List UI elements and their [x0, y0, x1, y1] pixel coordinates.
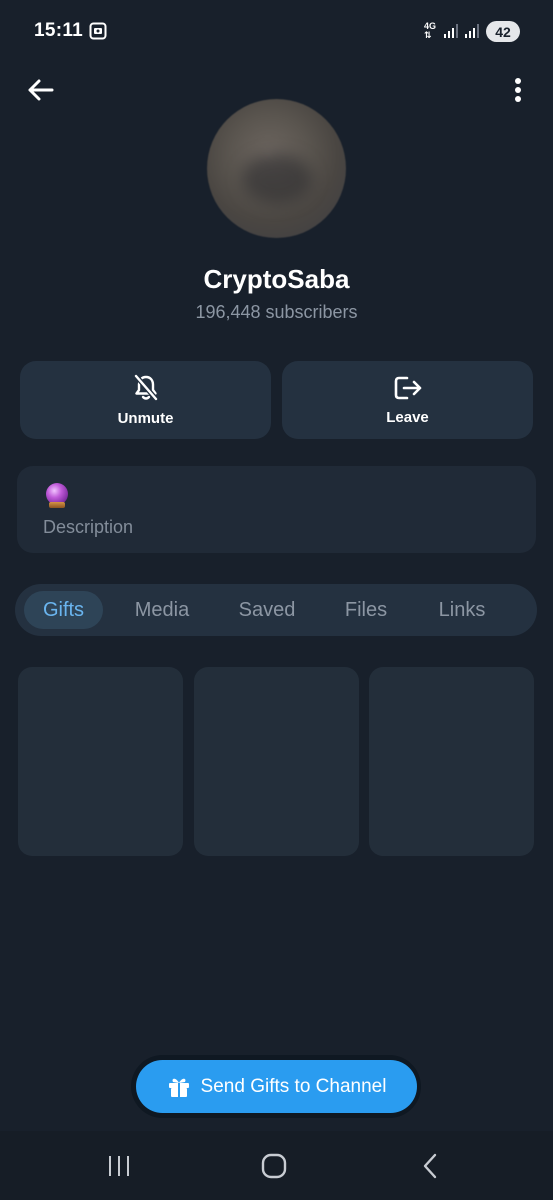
back-nav-button[interactable] — [400, 1145, 460, 1187]
description-label: Description — [43, 517, 134, 537]
bell-off-icon — [133, 373, 158, 401]
signal-icon-2 — [465, 24, 479, 38]
screenshot-icon — [89, 22, 107, 40]
network-type: 4G ⇅ — [424, 21, 437, 40]
description-card: Description — [17, 466, 536, 553]
recent-apps-button[interactable] — [89, 1145, 149, 1187]
crystal-ball-icon — [46, 483, 68, 508]
recents-icon — [109, 1156, 129, 1176]
back-button[interactable] — [20, 72, 60, 108]
unmute-label: Unmute — [117, 409, 174, 427]
send-gifts-button[interactable]: Send Gifts to Channel — [136, 1060, 417, 1113]
home-icon — [261, 1153, 287, 1179]
gift-icon — [168, 1078, 189, 1097]
leave-label: Leave — [386, 408, 429, 426]
status-time: 15:11 — [34, 20, 84, 41]
tab-links[interactable]: Links — [425, 591, 499, 629]
tab-saved[interactable]: Saved — [227, 591, 307, 629]
gift-placeholder — [369, 667, 534, 856]
logout-icon — [394, 376, 421, 399]
channel-avatar[interactable] — [207, 99, 346, 238]
subscriber-count: 196,448 subscribers — [195, 302, 358, 322]
more-options-button[interactable] — [503, 72, 533, 108]
send-gifts-label: Send Gifts to Channel — [200, 1075, 387, 1097]
unmute-button[interactable]: Unmute — [20, 361, 271, 439]
battery-indicator: 42 — [486, 21, 520, 42]
profile-tabs: Gifts Media Saved Files Links — [15, 584, 537, 636]
gift-placeholder — [194, 667, 359, 856]
more-vertical-icon — [515, 78, 521, 102]
system-nav-bar — [0, 1131, 553, 1200]
tab-gifts[interactable]: Gifts — [24, 591, 103, 629]
arrow-left-icon — [28, 79, 54, 101]
home-button[interactable] — [244, 1145, 304, 1187]
tab-media[interactable]: Media — [119, 591, 205, 629]
signal-icon — [444, 24, 458, 38]
channel-name: CryptoSaba — [203, 264, 350, 294]
leave-button[interactable]: Leave — [282, 361, 533, 439]
chevron-left-icon — [423, 1153, 437, 1179]
gift-placeholder — [18, 667, 183, 856]
tab-files[interactable]: Files — [333, 591, 399, 629]
